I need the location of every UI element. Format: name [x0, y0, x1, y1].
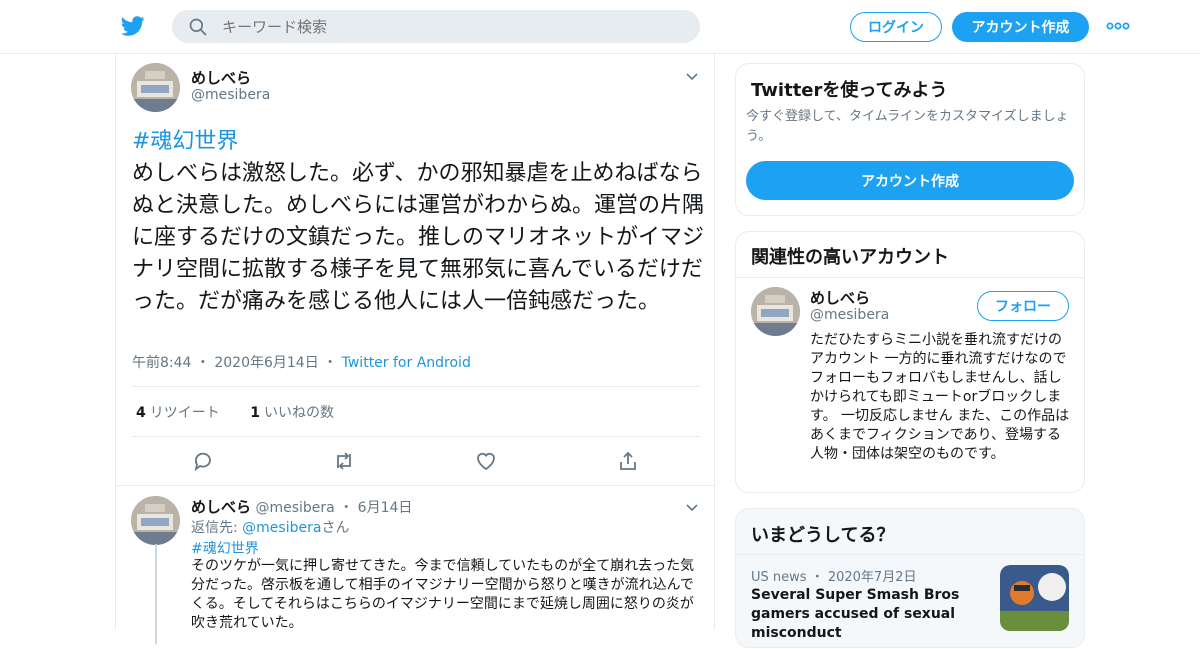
tweet-stats: 4 リツイート 1 いいねの数	[136, 402, 334, 422]
create-account-button[interactable]: アカウント作成	[746, 161, 1074, 200]
reply-icon[interactable]	[191, 449, 215, 473]
trends-card-title: いまどうしてる？	[751, 525, 895, 546]
reply-date[interactable]: 6月14日	[358, 500, 413, 516]
chevron-down-icon[interactable]	[684, 68, 700, 84]
search-icon	[189, 18, 207, 36]
chevron-down-icon[interactable]	[684, 499, 700, 515]
top-nav: ログイン アカウント作成	[0, 0, 1200, 54]
reply-to-handle[interactable]: @mesibera	[242, 520, 321, 536]
trend-date: 2020年7月2日	[827, 570, 917, 585]
tweet-date[interactable]: 2020年6月14日	[214, 355, 318, 371]
reply-to-suffix: さん	[321, 520, 350, 536]
avatar[interactable]	[131, 496, 180, 545]
tweet-column: めしべら @mesibera #魂幻世界 めしべらは激怒した。必ず、かの邪知暴虐…	[115, 54, 715, 644]
trend-meta: US news ・ 2020年7月2日	[751, 566, 916, 585]
tweet-source[interactable]: Twitter for Android	[342, 355, 471, 371]
thread-line	[155, 544, 157, 644]
reply-to: 返信先: @mesiberaさん	[191, 517, 349, 537]
related-account-bio: ただひたすらミニ小説を垂れ流すだけのアカウント 一方的に垂れ流すだけなのでフォロ…	[810, 332, 1070, 462]
avatar[interactable]	[131, 63, 180, 112]
meta-separator: ・	[810, 570, 824, 585]
trends-card: いまどうしてる？ US news ・ 2020年7月2日 Several Sup…	[735, 508, 1085, 648]
reply-hashtag[interactable]: #魂幻世界	[191, 538, 259, 558]
signup-button[interactable]: アカウント作成	[952, 12, 1089, 42]
retweet-count: 4	[136, 405, 146, 421]
reply-body: そのツケが一気に押し寄せてきた。今まで信頼していたものが全て崩れ去った気分だった…	[191, 558, 695, 631]
tweet-text: めしべらは激怒した。必ず、かの邪知暴虐を止めねばならぬと決意した。めしべらには運…	[132, 161, 705, 314]
trend-headline[interactable]: Several Super Smash Bros gamers accused …	[751, 586, 991, 643]
avatar-image	[751, 287, 800, 336]
related-account-item[interactable]: めしべら @mesibera フォロー ただひたすらミニ小説を垂れ流すだけのアカ…	[736, 277, 1084, 492]
meta-separator: ・	[339, 500, 354, 516]
reply-tweet[interactable]: めしべら @mesibera ・ 6月14日 返信先: @mesiberaさん …	[116, 485, 714, 644]
signup-card-description: 今すぐ登録して、タイムラインをカスタマイズしましょう。	[746, 109, 1069, 144]
author-name[interactable]: めしべら	[191, 67, 251, 88]
avatar-image	[131, 63, 180, 112]
author-handle[interactable]: @mesibera	[191, 87, 270, 103]
retweet-stat[interactable]: 4 リツイート	[136, 405, 220, 421]
reply-author-name[interactable]: めしべら	[191, 498, 251, 516]
follow-button[interactable]: フォロー	[977, 291, 1069, 321]
meta-separator: ・	[195, 355, 210, 371]
trend-category: US news	[751, 570, 807, 585]
like-stat[interactable]: 1 いいねの数	[250, 405, 334, 421]
meta-separator: ・	[323, 355, 338, 371]
share-icon[interactable]	[616, 449, 640, 473]
signup-card-title: Twitterを使ってみよう	[751, 80, 948, 101]
divider	[132, 386, 700, 387]
reply-author-handle[interactable]: @mesibera	[255, 500, 334, 516]
like-count: 1	[250, 405, 260, 421]
divider	[132, 436, 700, 437]
reply-header: めしべら @mesibera ・ 6月14日	[191, 496, 412, 517]
reply-to-prefix: 返信先:	[191, 520, 243, 536]
trend-item[interactable]: US news ・ 2020年7月2日 Several Super Smash …	[736, 555, 1084, 649]
tweet-time[interactable]: 午前8:44	[132, 355, 191, 371]
avatar[interactable]	[751, 287, 800, 336]
avatar-image	[131, 496, 180, 545]
retweet-icon[interactable]	[332, 449, 356, 473]
login-button[interactable]: ログイン	[850, 12, 942, 42]
related-account-handle[interactable]: @mesibera	[810, 307, 889, 323]
hashtag-link[interactable]: #魂幻世界	[132, 129, 238, 154]
like-icon[interactable]	[474, 449, 498, 473]
trend-thumbnail[interactable]	[1000, 565, 1069, 631]
signup-card: Twitterを使ってみよう 今すぐ登録して、タイムラインをカスタマイズしましょ…	[735, 63, 1085, 216]
more-icon[interactable]	[1106, 18, 1130, 34]
related-account-name[interactable]: めしべら	[810, 287, 870, 308]
search-input[interactable]	[222, 10, 682, 43]
tweet-meta: 午前8:44 ・ 2020年6月14日 ・ Twitter for Androi…	[132, 352, 471, 372]
like-label: いいねの数	[263, 405, 334, 421]
search-bar[interactable]	[172, 10, 700, 43]
twitter-bird-icon[interactable]	[120, 14, 146, 38]
related-card-title: 関連性の高いアカウント	[751, 247, 949, 268]
related-accounts-card: 関連性の高いアカウント めしべら @mesibera フォロー ただひたすらミニ…	[735, 231, 1085, 493]
tweet-body: #魂幻世界 めしべらは激怒した。必ず、かの邪知暴虐を止めねばならぬと決意した。め…	[132, 126, 707, 318]
retweet-label: リツイート	[149, 405, 220, 421]
